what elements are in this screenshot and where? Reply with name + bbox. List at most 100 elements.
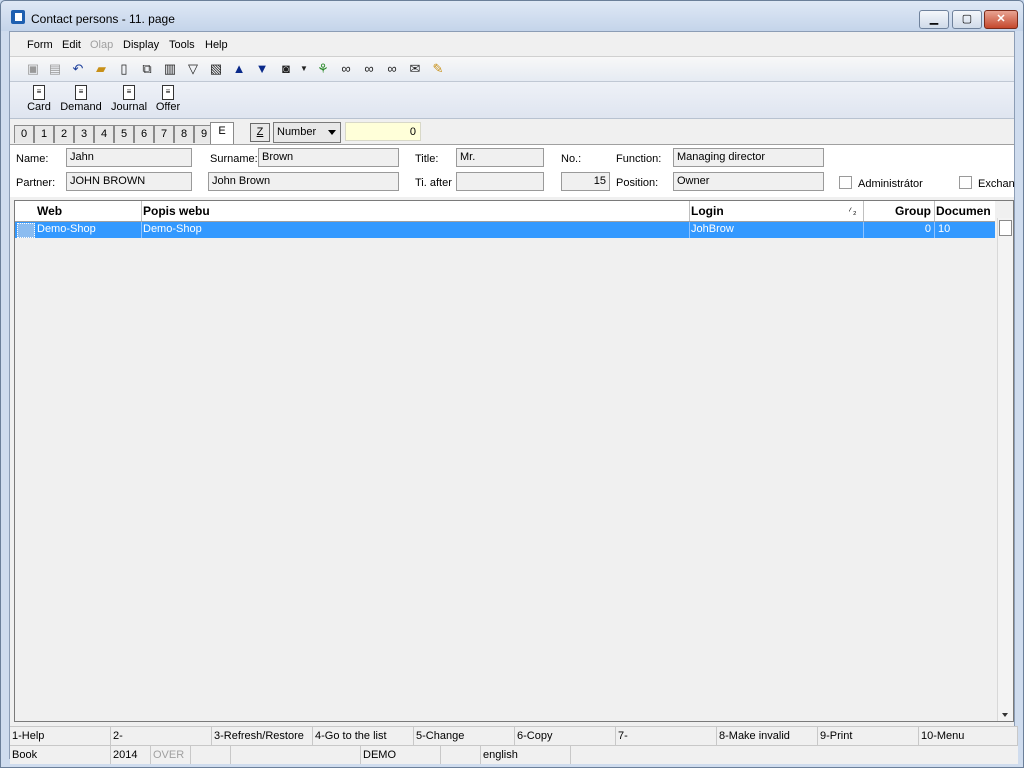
column-web[interactable]: Web [37,204,62,218]
undo-icon[interactable]: ↶ [70,61,86,77]
tab-5[interactable]: 5 [114,125,134,143]
copy-document-icon[interactable]: ⧉ [139,61,155,77]
table-row[interactable]: Demo-Shop Demo-Shop JohBrow 0 10 [15,222,995,238]
f6-copy-button[interactable]: 6-Copy [515,727,616,745]
column-group[interactable]: Group [895,204,931,218]
book-icon[interactable]: ▥ [162,61,178,77]
card-button[interactable]: ≡ Card [26,85,52,115]
tab-8[interactable]: 8 [174,125,194,143]
binoculars-icon[interactable]: ∞ [338,61,354,77]
search-number-input[interactable]: 0 [345,122,421,141]
function-label: Function: [616,153,662,165]
name-field[interactable]: Jahn [66,148,192,167]
tab-e[interactable]: E [210,122,234,145]
contact-form: Name: Jahn Surname: Brown Title: Mr. No.… [10,144,1015,197]
menu-help[interactable]: Help [205,39,228,51]
filter-document-icon[interactable]: ▧ [208,61,224,77]
partner-name-field[interactable]: John Brown [208,172,399,191]
app-window: Contact persons - 11. page ▁ ▢ ✕ Form Ed… [0,0,1024,768]
close-button[interactable]: ✕ [984,10,1018,29]
status-database: DEMO [361,746,441,764]
f9-print-button[interactable]: 9-Print [818,727,919,745]
exchange-checkbox[interactable] [959,176,972,189]
surname-field[interactable]: Brown [258,148,399,167]
number-field[interactable]: 15 [561,172,610,191]
tree-filter-icon[interactable]: ⚘ [315,61,331,77]
menu-form[interactable]: Form [27,39,53,51]
minimize-button[interactable]: ▁ [919,10,949,29]
demand-button[interactable]: ≡ Demand [60,85,102,115]
window-title: Contact persons - 11. page [31,12,175,26]
title-after-label: Ti. after [415,177,452,189]
function-field[interactable]: Managing director [673,148,824,167]
title-after-field[interactable] [456,172,544,191]
title-bar[interactable]: Contact persons - 11. page ▁ ▢ ✕ [1,1,1023,31]
position-label: Position: [616,177,659,189]
sort-select[interactable]: Number [273,122,341,143]
tab-2[interactable]: 2 [54,125,74,143]
filter-icon[interactable]: ▽ [185,61,201,77]
save-close-icon[interactable]: ▤ [47,61,63,77]
menu-display[interactable]: Display [123,39,159,51]
administrator-label: Administrátor [858,178,923,190]
f8-make-invalid-button[interactable]: 8-Make invalid [717,727,818,745]
f10-menu-button[interactable]: 10-Menu [919,727,1018,745]
status-language: english [481,746,571,764]
menu-tools[interactable]: Tools [169,39,195,51]
partner-field[interactable]: JOHN BROWN [66,172,192,191]
administrator-checkbox[interactable] [839,176,852,189]
column-popis-webu[interactable]: Popis webu [143,204,210,218]
tab-6[interactable]: 6 [134,125,154,143]
open-folder-icon[interactable]: ▰ [93,61,109,77]
maximize-button[interactable]: ▢ [952,10,982,29]
action-toolbar: ≡ Card ≡ Demand ≡ Journal ≡ Offer [10,82,1014,119]
menu-olap[interactable]: Olap [90,39,113,51]
tab-3[interactable]: 3 [74,125,94,143]
sort-indicator: ⁄ ₂ [849,206,857,216]
camera-icon[interactable]: ◙ [278,61,294,77]
mail-icon[interactable]: ✉ [407,61,423,77]
journal-button[interactable]: ≡ Journal [110,85,148,115]
arrow-up-icon[interactable]: ▲ [231,61,247,77]
z-button[interactable]: Z [250,123,270,142]
f5-change-button[interactable]: 5-Change [414,727,515,745]
number-label: No.: [561,153,582,165]
folder-edit-icon[interactable]: ✎ [430,61,446,77]
web-access-table[interactable]: Web Popis webu Login ⁄ ₂ Group Documen D… [14,200,1014,722]
chevron-down-icon [328,130,336,135]
partner-label: Partner: [16,177,56,189]
offer-button[interactable]: ≡ Offer [155,85,181,115]
scroll-thumb[interactable] [999,220,1012,236]
row-selector[interactable] [17,223,35,238]
new-document-icon[interactable]: ▯ [116,61,132,77]
vertical-scrollbar[interactable] [997,218,1013,721]
status-empty-3 [441,746,481,764]
app-icon [11,10,25,24]
status-year: 2014 [111,746,151,764]
chevron-down-icon[interactable]: ▼ [296,61,312,77]
tab-4[interactable]: 4 [94,125,114,143]
tab-1[interactable]: 1 [34,125,54,143]
cell-group: 0 [924,223,931,235]
column-login[interactable]: Login [691,204,724,218]
status-bar: Book 2014 OVER DEMO english [10,745,1018,764]
tab-7[interactable]: 7 [154,125,174,143]
f1-help-button[interactable]: 1-Help [10,727,111,745]
binoculars-prev-icon[interactable]: ∞ [384,61,400,77]
save-icon[interactable]: ▣ [25,61,41,77]
f7-button[interactable]: 7- [616,727,717,745]
f2-button[interactable]: 2- [111,727,212,745]
f3-refresh-button[interactable]: 3-Refresh/Restore [212,727,313,745]
f4-go-to-list-button[interactable]: 4-Go to the list [313,727,414,745]
menu-edit[interactable]: Edit [62,39,81,51]
column-document[interactable]: Documen [936,204,994,218]
status-empty-4 [571,746,1018,764]
arrow-down-icon[interactable]: ▼ [254,61,270,77]
scroll-down-icon[interactable] [1002,713,1008,717]
position-field[interactable]: Owner [673,172,824,191]
binoculars-next-icon[interactable]: ∞ [361,61,377,77]
tab-0[interactable]: 0 [14,125,34,143]
title-field[interactable]: Mr. [456,148,544,167]
document-icon: ≡ [33,85,45,100]
main-toolbar: ▣ ▤ ↶ ▰ ▯ ⧉ ▥ ▽ ▧ ▲ ▼ ◙ ▼ ⚘ ∞ ∞ ∞ ✉ ✎ [10,57,1014,82]
